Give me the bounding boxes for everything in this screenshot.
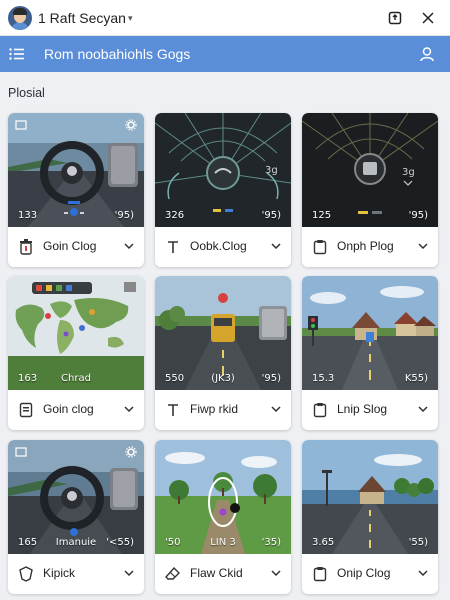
scene-thumbnail-village-road[interactable]: 15.3 K55) xyxy=(302,276,438,390)
section-heading: Plosial xyxy=(8,86,45,100)
chevron-down-icon[interactable] xyxy=(269,239,283,253)
card-label: Fiwp rkid xyxy=(190,402,239,416)
stat-left: 125 xyxy=(312,210,332,221)
hamburger-menu-icon[interactable] xyxy=(6,43,28,65)
scene-thumbnail-steering-wheel-2[interactable]: 165 Imanuie ꞌ<55) xyxy=(8,440,144,554)
window-titlebar: 1 Raft Secyan ▾ xyxy=(0,0,450,36)
stat-right: ꞌ95) xyxy=(114,210,134,221)
chevron-down-icon[interactable] xyxy=(416,402,430,416)
clipboard-icon[interactable] xyxy=(311,401,329,419)
caret-down-icon: ▾ xyxy=(127,13,133,23)
card-label: Flaw Ckid xyxy=(190,566,243,580)
chevron-down-icon[interactable] xyxy=(269,402,283,416)
account-switcher[interactable]: 1 Raft Secyan ▾ xyxy=(38,10,132,26)
scene-thumbnail-steering-wheel[interactable]: 133 ꞌ95) xyxy=(8,113,144,227)
stat-mid: LIN 3 xyxy=(210,537,236,548)
stat-left: 163 xyxy=(18,373,38,384)
scene-card[interactable]: 15.3 K55) Lnip Slog xyxy=(302,276,438,430)
document-icon[interactable] xyxy=(17,401,35,419)
clipboard-icon[interactable] xyxy=(311,238,329,256)
stat-left: 3.65 xyxy=(312,537,335,548)
scene-thumbnail-road-vehicle[interactable]: 550 (JK3) ꞌ95) xyxy=(155,276,291,390)
stat-mid: Imanuie xyxy=(55,537,97,548)
scene-thumbnail-lake-village[interactable]: 3.65 ꞌ55) xyxy=(302,440,438,554)
scene-card[interactable]: 550 (JK3) ꞌ95) Fiwp rkid xyxy=(155,276,291,430)
card-footer: Kipick xyxy=(8,554,144,594)
card-footer: Goin clog xyxy=(8,390,144,430)
stat-left: 550 xyxy=(165,373,185,384)
gear-icon[interactable] xyxy=(125,119,137,131)
scene-thumbnail-radar-dashboard[interactable]: 3g 326 ꞌ95) xyxy=(155,113,291,227)
scene-card[interactable]: 165 Imanuie ꞌ<55) Kipick xyxy=(8,440,144,594)
card-label: Onph Plog xyxy=(337,239,394,253)
stat-left: ꞌ50 xyxy=(165,537,181,548)
card-footer: Onph Plog xyxy=(302,227,438,267)
scene-card[interactable]: 163 Chrad Goin clog xyxy=(8,276,144,430)
shield-icon[interactable] xyxy=(17,565,35,583)
card-footer: Lnip Slog xyxy=(302,390,438,430)
card-label: Oobk.Clog xyxy=(190,239,247,253)
card-footer: Fiwp rkid xyxy=(155,390,291,430)
stat-left: 15.3 xyxy=(312,373,335,384)
chevron-down-icon[interactable] xyxy=(122,566,136,580)
clipboard-icon[interactable] xyxy=(311,565,329,583)
card-label: Lnip Slog xyxy=(337,402,388,416)
stat-right: ꞌ95) xyxy=(408,210,428,221)
chevron-down-icon[interactable] xyxy=(269,566,283,580)
scene-card[interactable]: 3g 125 ꞌ95) Onph Plog xyxy=(302,113,438,267)
card-label: Goin Clog xyxy=(43,239,97,253)
card-footer: Flaw Ckid xyxy=(155,554,291,594)
svg-text:3g: 3g xyxy=(265,165,278,176)
stat-mid: (JK3) xyxy=(211,373,235,384)
share-icon[interactable] xyxy=(383,6,407,30)
stat-left: 133 xyxy=(18,210,38,221)
stat-right: ꞌ<55) xyxy=(106,537,134,548)
card-label: Kipick xyxy=(43,566,76,580)
text-tool-icon[interactable] xyxy=(164,401,182,419)
stat-right: ꞌ55) xyxy=(408,537,428,548)
trash-icon[interactable] xyxy=(17,238,35,256)
stat-right: ꞌ95) xyxy=(261,373,281,384)
card-label: Goin clog xyxy=(43,402,94,416)
close-icon[interactable] xyxy=(416,6,440,30)
app-title-text: 1 Raft Secyan xyxy=(38,10,126,26)
scene-thumbnail-field-path[interactable]: ꞌ50 LIN 3 ꞌ35) xyxy=(155,440,291,554)
chevron-down-icon[interactable] xyxy=(416,566,430,580)
card-footer: Oobk.Clog xyxy=(155,227,291,267)
card-footer: Goin Clog xyxy=(8,227,144,267)
eraser-icon[interactable] xyxy=(164,565,182,583)
toolbar-title: Rom noobahiohls Gogs xyxy=(44,46,191,62)
user-icon[interactable] xyxy=(416,43,438,65)
stat-mid: Chrad xyxy=(61,373,91,384)
card-label: Onip Clog xyxy=(337,566,391,580)
stat-left: 326 xyxy=(165,210,185,221)
stat-right: ꞌ95) xyxy=(261,210,281,221)
scene-card[interactable]: 3.65 ꞌ55) Onip Clog xyxy=(302,440,438,594)
card-footer: Onip Clog xyxy=(302,554,438,594)
chevron-down-icon[interactable] xyxy=(122,402,136,416)
user-avatar[interactable] xyxy=(8,6,32,30)
scene-thumbnail-dark-dashboard[interactable]: 3g 125 ꞌ95) xyxy=(302,113,438,227)
scene-thumbnail-world-map[interactable]: 163 Chrad xyxy=(8,276,144,390)
app-toolbar: Rom noobahiohls Gogs xyxy=(0,36,450,72)
stat-right: K55) xyxy=(404,373,428,384)
scene-card[interactable]: ꞌ50 LIN 3 ꞌ35) Flaw Ckid xyxy=(155,440,291,594)
text-tool-icon[interactable] xyxy=(164,238,182,256)
chevron-down-icon[interactable] xyxy=(416,239,430,253)
chevron-down-icon[interactable] xyxy=(122,239,136,253)
gear-icon[interactable] xyxy=(125,446,137,458)
scene-card[interactable]: 133 ꞌ95) Goin Clog xyxy=(8,113,144,267)
stat-left: 165 xyxy=(18,537,38,548)
stat-right: ꞌ35) xyxy=(261,537,281,548)
scene-card[interactable]: 3g 326 ꞌ95) Oobk.Clog xyxy=(155,113,291,267)
svg-text:3g: 3g xyxy=(402,167,415,178)
